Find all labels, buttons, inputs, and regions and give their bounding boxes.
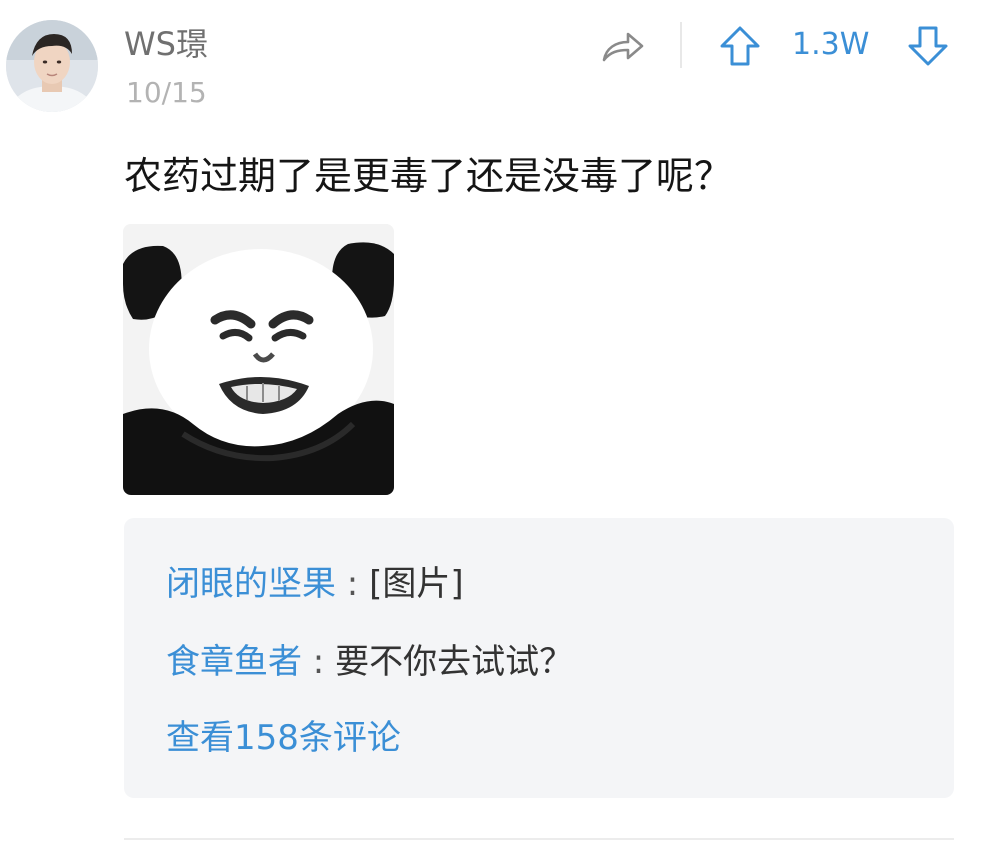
comment-author[interactable]: 闭眼的坚果 (166, 564, 336, 604)
toolbar-divider (680, 22, 682, 68)
comment-text: [图片] (369, 564, 464, 604)
comment-separator: : (336, 564, 370, 604)
comment-separator: : (302, 642, 336, 682)
post-image[interactable] (123, 224, 394, 495)
post-text: 农药过期了是更毒了还是没毒了呢？ (124, 154, 733, 198)
comment-text: 要不你去试试？ (335, 642, 574, 682)
comment-item[interactable]: 闭眼的坚果 : [图片] (166, 562, 464, 606)
upvote-icon[interactable] (718, 24, 762, 68)
post-timestamp: 10/15 (126, 76, 207, 109)
comments-panel: 闭眼的坚果 : [图片] 食章鱼者 : 要不你去试试？ 查看158条评论 (124, 518, 954, 798)
downvote-icon[interactable] (906, 24, 950, 68)
comment-item[interactable]: 食章鱼者 : 要不你去试试？ (166, 640, 573, 684)
view-all-comments-link[interactable]: 查看158条评论 (166, 716, 401, 760)
username[interactable]: WS璟 (124, 24, 208, 64)
share-icon[interactable] (598, 24, 646, 68)
divider (124, 838, 954, 840)
comment-author[interactable]: 食章鱼者 (166, 642, 302, 682)
vote-count: 1.3W (792, 27, 870, 62)
avatar[interactable] (6, 20, 98, 112)
post-card: WS璟 10/15 1.3W 农药过期了是更毒了还是没毒了呢？ 闭眼的坚果: … (0, 0, 1000, 842)
